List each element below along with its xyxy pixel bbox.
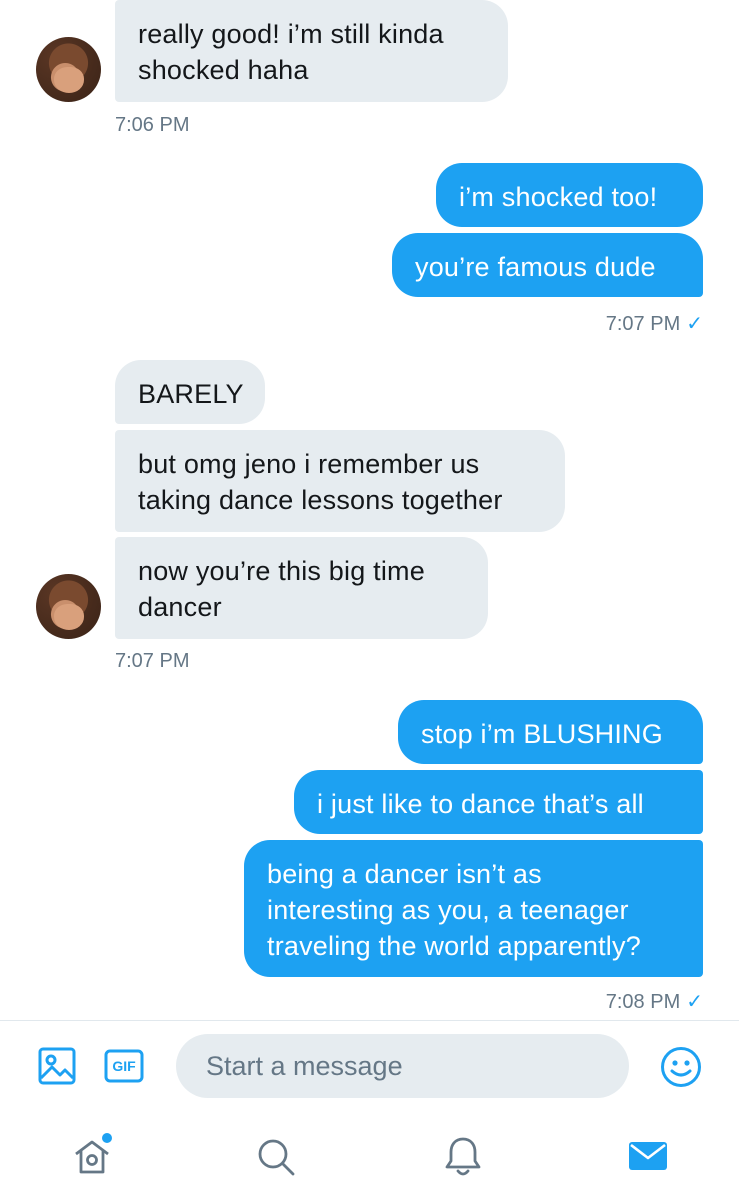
- tab-home[interactable]: [72, 1133, 112, 1177]
- contact-avatar[interactable]: [36, 574, 101, 639]
- notification-dot: [102, 1133, 112, 1143]
- tab-messages[interactable]: [628, 1139, 668, 1173]
- message-timestamp: 7:07 PM: [115, 650, 190, 672]
- message-timestamp: 7:07 PM ✓: [606, 311, 703, 336]
- add-photo-button[interactable]: [38, 1047, 76, 1085]
- image-icon: [38, 1047, 76, 1085]
- gif-label: GIF: [112, 1058, 136, 1074]
- outgoing-message-bubble[interactable]: stop i’m BLUSHING: [398, 700, 703, 764]
- outgoing-message-bubble[interactable]: i’m shocked too!: [436, 163, 703, 227]
- message-composer: GIF Start a message: [0, 1021, 739, 1111]
- notifications-bell-icon: [445, 1137, 481, 1176]
- messages-envelope-icon: [629, 1142, 667, 1170]
- tab-notifications[interactable]: [443, 1135, 483, 1179]
- tab-search[interactable]: [256, 1137, 296, 1177]
- message-thread: really good! i’m still kinda shocked hah…: [0, 0, 739, 1020]
- bottom-tab-bar: [0, 1111, 739, 1200]
- contact-avatar[interactable]: [36, 37, 101, 102]
- timestamp-text: 7:08 PM: [605, 991, 681, 1013]
- timestamp-text: 7:07 PM: [605, 313, 681, 335]
- message-timestamp: 7:08 PM ✓: [606, 989, 703, 1014]
- checkmark-icon: ✓: [686, 313, 703, 335]
- message-timestamp: 7:06 PM: [115, 114, 190, 136]
- outgoing-message-bubble[interactable]: i just like to dance that’s all: [294, 770, 703, 834]
- incoming-message-bubble[interactable]: but omg jeno i remember us taking dance …: [115, 430, 565, 532]
- outgoing-message-bubble[interactable]: you’re famous dude: [392, 233, 703, 297]
- incoming-message-bubble[interactable]: now you’re this big time dancer: [115, 537, 488, 639]
- message-input[interactable]: Start a message: [176, 1034, 629, 1098]
- search-icon: [258, 1139, 295, 1176]
- incoming-message-bubble[interactable]: BARELY: [115, 360, 265, 424]
- emoji-icon: [661, 1047, 701, 1087]
- emoji-button[interactable]: [660, 1046, 702, 1088]
- incoming-message-bubble[interactable]: really good! i’m still kinda shocked hah…: [115, 0, 508, 102]
- outgoing-message-bubble[interactable]: being a dancer isn’t as interesting as y…: [244, 840, 703, 977]
- add-gif-button[interactable]: GIF: [104, 1049, 144, 1083]
- checkmark-icon: ✓: [686, 991, 703, 1013]
- home-icon: [75, 1140, 109, 1174]
